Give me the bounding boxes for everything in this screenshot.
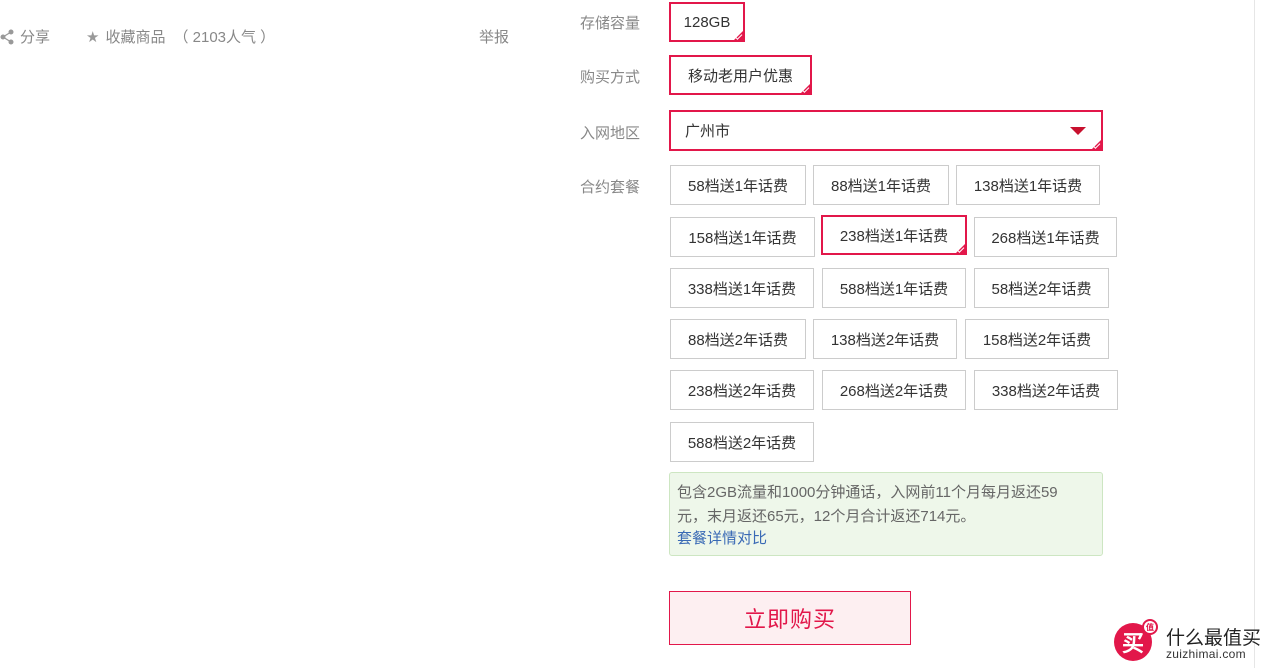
purchase-option-old-user[interactable]: 移动老用户优惠 <box>669 55 812 95</box>
plan-option-text: 588档送2年话费 <box>687 434 797 452</box>
plan-option[interactable]: 58档送1年话费 <box>670 165 806 205</box>
plan-option[interactable]: 338档送1年话费 <box>670 268 814 308</box>
plan-option-text: 238档送1年话费 <box>839 227 949 245</box>
plan-option-text: 88档送2年话费 <box>687 331 789 349</box>
selected-check-icon <box>734 32 743 40</box>
plan-option-text: 338档送1年话费 <box>687 280 797 298</box>
plan-option-text: 88档送1年话费 <box>830 177 932 195</box>
plan-option-text: 58档送1年话费 <box>687 177 789 195</box>
plan-option-text: 338档送2年话费 <box>991 382 1101 400</box>
plan-option[interactable]: 268档送1年话费 <box>974 217 1117 257</box>
plan-option-text: 158档送1年话费 <box>688 229 797 247</box>
right-divider <box>1254 0 1255 668</box>
plan-option[interactable]: 138档送2年话费 <box>813 319 957 359</box>
plan-option[interactable]: 88档送1年话费 <box>813 165 949 205</box>
selected-check-icon <box>1092 141 1101 149</box>
purchase-label: 购买方式 <box>580 69 641 86</box>
plan-option-text: 268档送2年话费 <box>839 382 949 400</box>
plan-option[interactable]: 158档送2年话费 <box>965 319 1109 359</box>
plan-option[interactable]: 238档送2年话费 <box>670 370 814 410</box>
plan-compare-link[interactable]: 套餐详情对比 <box>677 529 1094 549</box>
brand-name: 什么最值买 <box>1166 628 1262 649</box>
storage-option-text: 128GB <box>683 13 731 31</box>
star-icon: ★ <box>86 28 100 46</box>
region-value: 广州市 <box>685 123 731 140</box>
plan-info-box: 包含2GB流量和1000分钟通话，入网前11个月每月返还59 元，末月返还65元… <box>669 472 1103 556</box>
plan-option[interactable]: 88档送2年话费 <box>670 319 806 359</box>
dropdown-caret-icon <box>1070 127 1086 135</box>
report-link[interactable]: 举报 <box>479 26 509 47</box>
share-icon <box>0 29 14 45</box>
plan-info-line2: 元，末月返还65元，12个月合计返还714元。 <box>677 508 976 525</box>
brand-watermark: 买 值 什么最值买 zuizhimai.com <box>1114 619 1264 665</box>
region-select[interactable]: 广州市 <box>669 110 1103 151</box>
plan-option[interactable]: 138档送1年话费 <box>956 165 1100 205</box>
brand-url: zuizhimai.com <box>1166 647 1246 661</box>
plan-label: 合约套餐 <box>580 179 641 196</box>
plan-option-text: 138档送2年话费 <box>830 331 940 349</box>
favorite-label: 收藏商品 <box>105 29 166 46</box>
region-label: 入网地区 <box>580 125 641 142</box>
share-button[interactable]: 分享 <box>0 26 50 47</box>
plan-option[interactable]: 58档送2年话费 <box>974 268 1109 308</box>
brand-badge-icon: 值 <box>1142 619 1158 635</box>
plan-option-text: 58档送2年话费 <box>991 280 1092 298</box>
favorite-popularity: （ 2103人气 ） <box>173 29 276 46</box>
plan-option[interactable]: 338档送2年话费 <box>974 370 1118 410</box>
storage-option-128gb[interactable]: 128GB <box>669 2 745 42</box>
plan-option-text: 158档送2年话费 <box>982 331 1092 349</box>
selected-check-icon <box>801 85 810 93</box>
plan-option-selected[interactable]: 238档送1年话费 <box>821 215 967 255</box>
favorite-button[interactable]: ★ 收藏商品 （ 2103人气 ） <box>86 26 275 47</box>
purchase-option-text: 移动老用户优惠 <box>687 67 793 85</box>
buy-now-button[interactable]: 立即购买 <box>669 591 911 645</box>
plan-option[interactable]: 588档送1年话费 <box>822 268 966 308</box>
storage-label: 存储容量 <box>580 15 641 32</box>
plan-option-text: 588档送1年话费 <box>839 280 949 298</box>
selected-check-icon <box>956 245 965 253</box>
plan-option[interactable]: 158档送1年话费 <box>670 217 815 257</box>
plan-info-line1: 包含2GB流量和1000分钟通话，入网前11个月每月返还59 <box>677 484 1058 501</box>
plan-option[interactable]: 588档送2年话费 <box>670 422 814 462</box>
plan-option[interactable]: 268档送2年话费 <box>822 370 966 410</box>
plan-option-text: 238档送2年话费 <box>687 382 797 400</box>
share-label: 分享 <box>20 29 51 46</box>
plan-option-text: 138档送1年话费 <box>973 177 1083 195</box>
plan-option-text: 268档送1年话费 <box>991 229 1100 247</box>
